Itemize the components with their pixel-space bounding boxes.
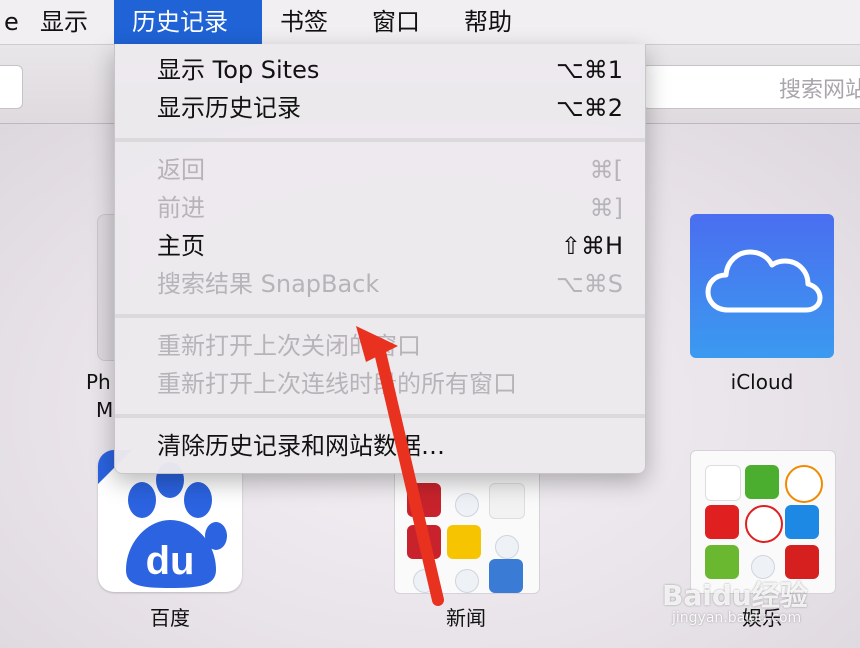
site-label-icloud: iCloud xyxy=(730,370,794,394)
address-field[interactable] xyxy=(0,65,23,109)
menu-item-label: 返回 xyxy=(157,156,205,184)
compass-icon xyxy=(413,569,437,593)
menu-item-label: 重新打开上次关闭的窗口 xyxy=(157,332,421,360)
baidu-jingyan-watermark-url: jingyan.baidu.com xyxy=(672,610,802,626)
menu-item-shortcut: ⌥⌘1 xyxy=(556,56,623,84)
compass-icon xyxy=(495,535,519,559)
menu-separator xyxy=(115,314,645,318)
site-label-news: 新闻 xyxy=(446,606,486,630)
menu-item-search-snapback: 搜索结果 SnapBack ⌥⌘S xyxy=(157,266,623,302)
menu-item-label: 主页 xyxy=(157,232,205,260)
menu-item-label: 清除历史记录和网站数据… xyxy=(157,432,445,460)
menu-item-shortcut: ⌘[ xyxy=(589,156,623,184)
menu-item-reopen-last-closed-window: 重新打开上次关闭的窗口 xyxy=(157,328,623,364)
menu-item-shortcut: ⌘] xyxy=(589,194,623,222)
menu-item-home[interactable]: 主页 ⇧⌘H xyxy=(157,228,623,264)
site-label-phone-2: M xyxy=(96,398,114,422)
compass-icon xyxy=(455,569,479,593)
ent-thumb-smiley xyxy=(785,465,823,503)
cloud-icon xyxy=(705,249,823,313)
site-label-phone-1: Ph xyxy=(86,370,111,394)
menu-item-shortcut: ⌥⌘2 xyxy=(556,94,623,122)
news-thumb-sina xyxy=(407,483,441,517)
ent-thumb-sohu-video xyxy=(705,505,739,539)
menu-item-show-top-sites[interactable]: 显示 Top Sites ⌥⌘1 xyxy=(157,52,623,88)
menu-item-forward: 前进 ⌘] xyxy=(157,190,623,226)
menu-item-label: 显示 Top Sites xyxy=(157,56,320,84)
search-placeholder: 搜索网站 xyxy=(779,78,860,103)
ent-thumb-pptv xyxy=(785,505,819,539)
menu-display[interactable]: 显示 xyxy=(22,0,106,44)
ent-thumb-phoenix xyxy=(745,505,783,543)
news-thumb-tencent xyxy=(489,483,525,519)
compass-icon xyxy=(455,493,479,517)
menu-item-shortcut: ⇧⌘H xyxy=(560,232,623,260)
ent-thumb-youku xyxy=(705,465,741,501)
menu-bookmarks[interactable]: 书签 xyxy=(262,0,346,44)
news-thumb-netease xyxy=(407,525,441,559)
menu-item-back: 返回 ⌘[ xyxy=(157,152,623,188)
menu-item-label: 显示历史记录 xyxy=(157,94,301,122)
news-thumb-baidu-news xyxy=(489,559,523,593)
site-label-baidu: 百度 xyxy=(150,606,190,630)
menu-item-shortcut: ⌥⌘S xyxy=(556,270,623,298)
site-tile-entertainment[interactable] xyxy=(690,450,836,594)
menu-help[interactable]: 帮助 xyxy=(446,0,530,44)
ent-thumb-iqiyi xyxy=(745,465,779,499)
news-thumb-sohu xyxy=(447,525,481,559)
menu-separator xyxy=(115,138,645,142)
menu-item-label: 前进 xyxy=(157,194,205,222)
menu-bar: e 显示 历史记录 书签 窗口 帮助 xyxy=(0,0,860,45)
menu-window[interactable]: 窗口 xyxy=(354,0,438,44)
baidu-logo-text: du xyxy=(146,539,195,583)
menu-separator xyxy=(115,414,645,418)
menu-item-label: 重新打开上次连线时段的所有窗口 xyxy=(157,370,517,398)
menu-item-clear-history[interactable]: 清除历史记录和网站数据… xyxy=(157,428,623,464)
search-input[interactable]: 搜索网站 xyxy=(642,65,860,109)
menu-item-reopen-all-windows: 重新打开上次连线时段的所有窗口 xyxy=(157,366,623,402)
history-dropdown-menu: 显示 Top Sites ⌥⌘1 显示历史记录 ⌥⌘2 返回 ⌘[ 前进 ⌘] … xyxy=(114,44,646,474)
menu-history[interactable]: 历史记录 xyxy=(114,0,262,44)
menu-item-label: 搜索结果 SnapBack xyxy=(157,270,380,298)
baidu-jingyan-watermark: Baidu经验 xyxy=(662,579,808,612)
site-tile-icloud[interactable] xyxy=(690,214,834,358)
menu-item-show-history[interactable]: 显示历史记录 ⌥⌘2 xyxy=(157,90,623,126)
